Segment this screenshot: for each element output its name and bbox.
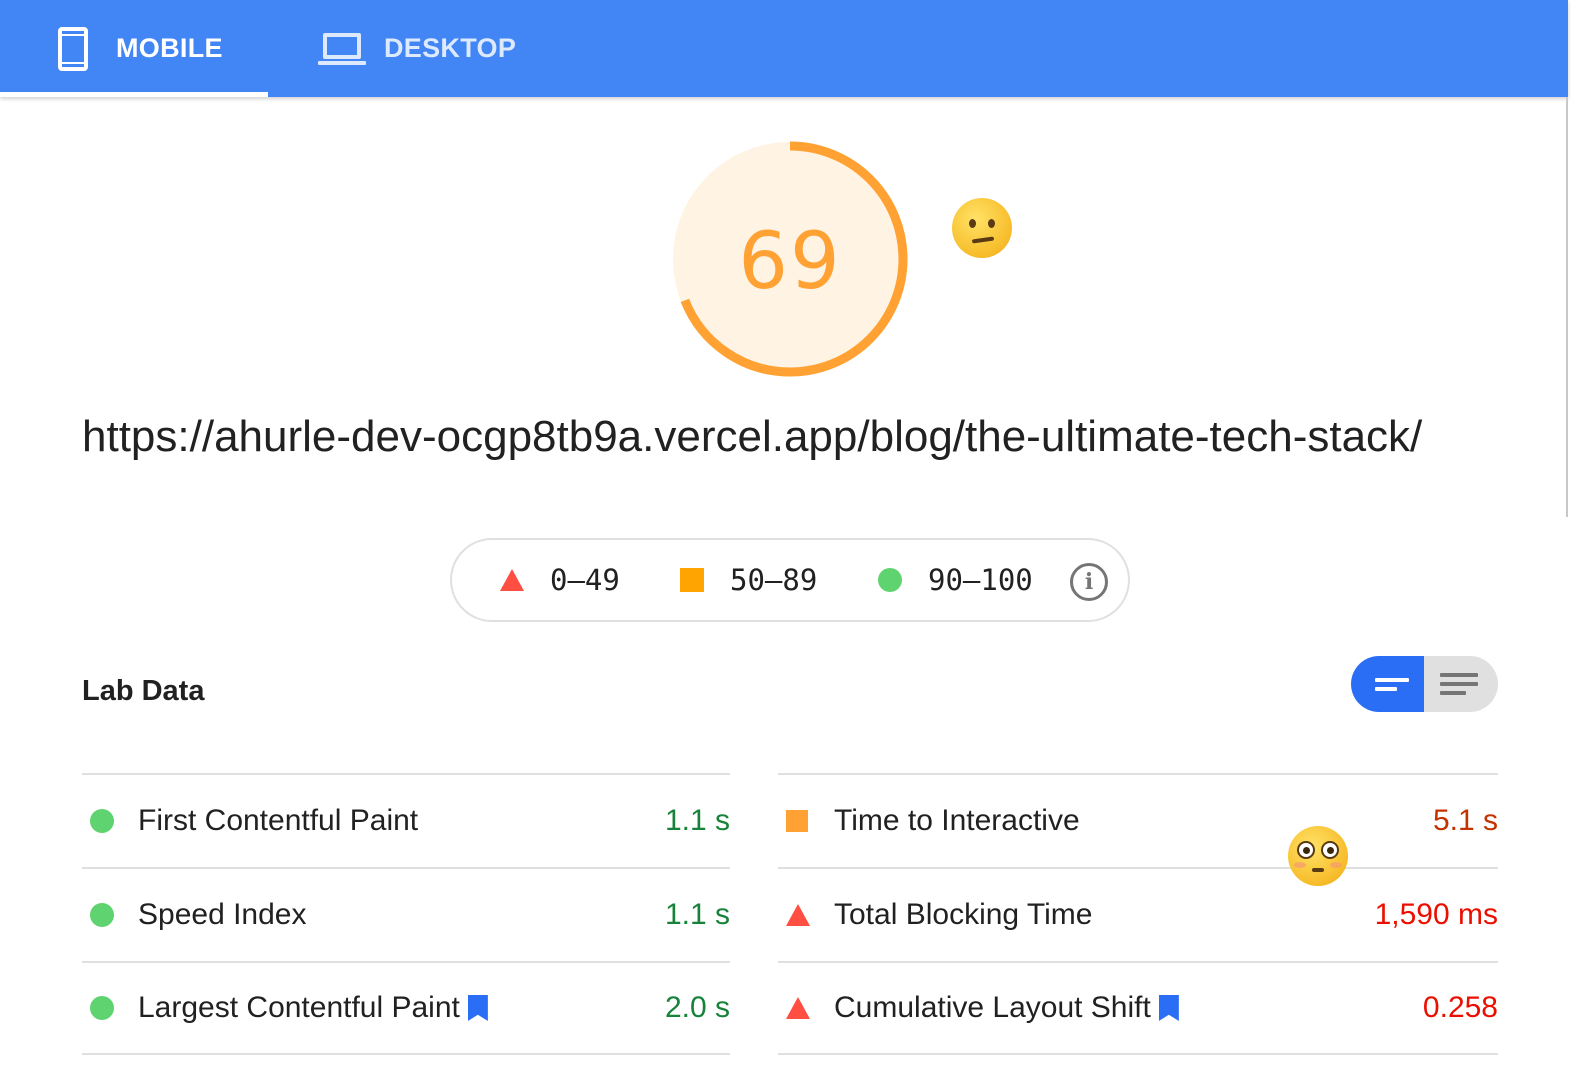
green-circle-icon bbox=[90, 903, 114, 927]
score-legend: 0–49 50–89 90–100 i bbox=[450, 538, 1130, 622]
flushed-face-emoji bbox=[1288, 826, 1348, 886]
metric-label: Time to Interactive bbox=[834, 804, 1080, 837]
metrics-left-column: First Contentful Paint 1.1 s Speed Index… bbox=[82, 773, 730, 1055]
legend-average: 50–89 bbox=[680, 540, 817, 620]
expanded-view-button[interactable] bbox=[1424, 656, 1498, 712]
legend-average-range: 50–89 bbox=[730, 563, 818, 597]
bookmark-icon bbox=[467, 995, 488, 1021]
score-value: 69 bbox=[738, 217, 842, 307]
metric-label: Cumulative Layout Shift bbox=[834, 991, 1179, 1025]
bookmark-icon bbox=[1158, 995, 1179, 1021]
orange-square-icon bbox=[786, 810, 808, 832]
metric-row-largest-contentful-paint: Largest Contentful Paint 2.0 s bbox=[82, 961, 730, 1055]
confused-face-emoji bbox=[952, 198, 1012, 258]
metric-row-total-blocking-time: Total Blocking Time 1,590 ms bbox=[778, 867, 1498, 961]
red-triangle-icon bbox=[786, 997, 810, 1019]
compact-view-button[interactable] bbox=[1351, 656, 1424, 712]
lab-data-heading: Lab Data bbox=[82, 675, 205, 707]
metric-value: 5.1 s bbox=[1432, 804, 1498, 837]
red-triangle-icon bbox=[500, 569, 524, 591]
tab-mobile-label: MOBILE bbox=[116, 33, 223, 63]
green-circle-icon bbox=[90, 809, 114, 833]
metric-value: 2.0 s bbox=[664, 991, 730, 1024]
tab-desktop-label: DESKTOP bbox=[384, 33, 517, 63]
laptop-icon bbox=[318, 31, 366, 67]
metric-value: 1.1 s bbox=[664, 804, 730, 837]
metric-view-toggle bbox=[1351, 656, 1498, 712]
metric-value: 0.258 bbox=[1422, 991, 1498, 1024]
metric-row-speed-index: Speed Index 1.1 s bbox=[82, 867, 730, 961]
red-triangle-icon bbox=[786, 904, 810, 926]
metric-label: Speed Index bbox=[138, 898, 307, 931]
legend-pass-range: 90–100 bbox=[928, 563, 1033, 597]
metric-label: Largest Contentful Paint bbox=[138, 991, 488, 1025]
legend-fail: 0–49 bbox=[500, 540, 620, 620]
info-icon[interactable]: i bbox=[1070, 563, 1108, 601]
metric-value: 1,590 ms bbox=[1374, 898, 1498, 931]
green-circle-icon bbox=[90, 996, 114, 1020]
device-tab-bar: MOBILE DESKTOP bbox=[0, 0, 1568, 97]
legend-pass: 90–100 bbox=[878, 540, 1033, 620]
tab-mobile[interactable]: MOBILE bbox=[58, 0, 223, 97]
metric-label: Total Blocking Time bbox=[834, 898, 1093, 931]
legend-fail-range: 0–49 bbox=[550, 563, 620, 597]
active-tab-indicator bbox=[0, 92, 268, 97]
phone-icon bbox=[58, 26, 88, 71]
metric-label: First Contentful Paint bbox=[138, 804, 419, 837]
metrics-right-column: Time to Interactive 5.1 s Total Blocking… bbox=[778, 773, 1498, 1055]
metric-row-first-contentful-paint: First Contentful Paint 1.1 s bbox=[82, 773, 730, 867]
scrollbar-edge bbox=[1566, 97, 1568, 517]
metric-row-cumulative-layout-shift: Cumulative Layout Shift 0.258 bbox=[778, 961, 1498, 1055]
metric-value: 1.1 s bbox=[664, 898, 730, 931]
tab-desktop[interactable]: DESKTOP bbox=[318, 0, 516, 97]
metric-row-time-to-interactive: Time to Interactive 5.1 s bbox=[778, 773, 1498, 867]
orange-square-icon bbox=[680, 568, 704, 592]
green-circle-icon bbox=[878, 568, 902, 592]
performance-score-gauge: 69 bbox=[668, 137, 912, 381]
tested-url: https://ahurle-dev-ocgp8tb9a.vercel.app/… bbox=[82, 412, 1423, 461]
